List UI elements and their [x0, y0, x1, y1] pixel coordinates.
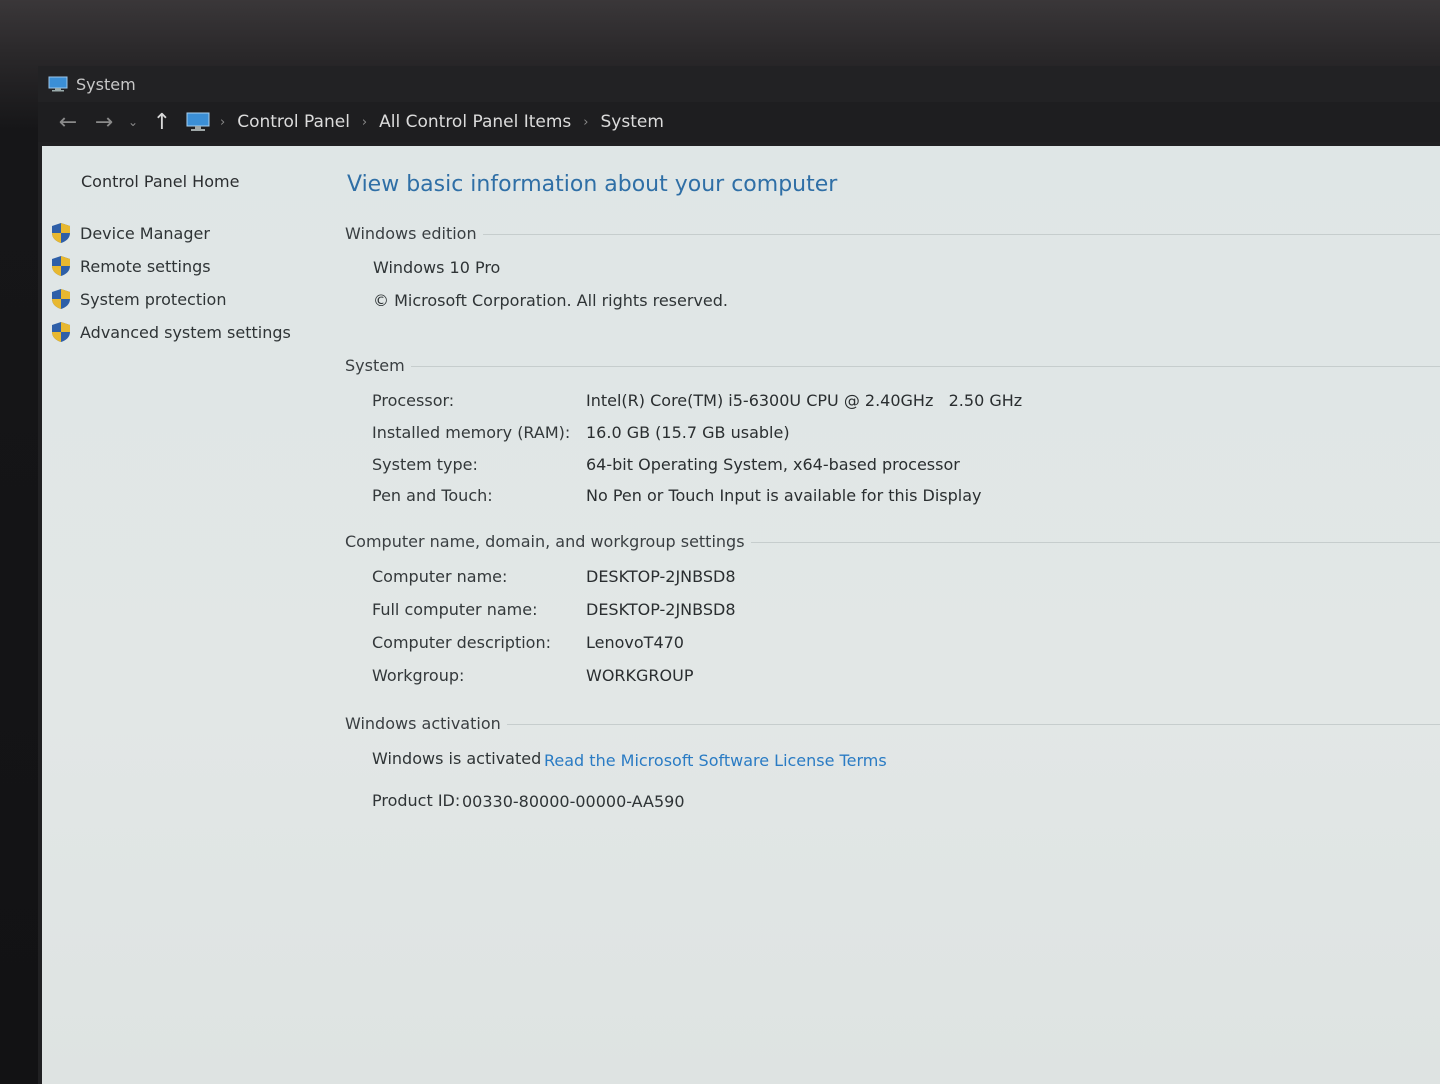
license-terms-link[interactable]: Read the Microsoft Software License Term… — [544, 751, 887, 770]
section-heading-system: System — [345, 356, 1440, 375]
system-type-value: 64-bit Operating System, x64-based proce… — [586, 455, 960, 474]
section-heading-windows-activation: Windows activation — [345, 714, 1440, 733]
screen: System ← → ⌄ ↑ › Control Panel › All Con… — [38, 66, 1440, 1084]
product-id-label: Product ID: — [372, 791, 461, 810]
installed-memory-value: 16.0 GB (15.7 GB usable) — [586, 423, 790, 442]
up-arrow-icon[interactable]: ↑ — [144, 104, 180, 140]
breadcrumb-control-panel[interactable]: Control Panel — [231, 112, 356, 132]
system-computer-icon — [48, 76, 68, 92]
window-titlebar[interactable]: System — [38, 66, 1440, 102]
copyright-text: © Microsoft Corporation. All rights rese… — [373, 291, 728, 310]
breadcrumb-separator-icon[interactable]: › — [577, 115, 594, 130]
page-title: View basic information about your comput… — [347, 172, 838, 197]
address-bar: ← → ⌄ ↑ › Control Panel › All Control Pa… — [38, 102, 1440, 142]
breadcrumb-separator-icon: › — [220, 114, 226, 130]
computer-description-value: LenovoT470 — [586, 633, 684, 652]
main-panel: View basic information about your comput… — [42, 146, 1440, 1084]
product-id-value: 00330-80000-00000-AA590 — [462, 792, 685, 811]
full-computer-name-value: DESKTOP-2JNBSD8 — [586, 600, 736, 619]
workgroup-label: Workgroup: — [372, 666, 465, 685]
activation-status: Windows is activated — [372, 749, 542, 768]
control-panel-content: Control Panel Home Device Manager Remote… — [42, 146, 1440, 1084]
computer-name-value: DESKTOP-2JNBSD8 — [586, 567, 736, 586]
section-heading-windows-edition: Windows edition — [345, 224, 1440, 243]
pen-and-touch-label: Pen and Touch: — [372, 486, 493, 505]
windows-edition-name: Windows 10 Pro — [373, 258, 501, 277]
full-computer-name-label: Full computer name: — [372, 600, 538, 619]
forward-arrow-icon[interactable]: → — [86, 104, 122, 140]
breadcrumb-all-control-panel-items[interactable]: All Control Panel Items — [373, 112, 577, 132]
pen-and-touch-value: No Pen or Touch Input is available for t… — [586, 486, 982, 505]
system-type-label: System type: — [372, 455, 478, 474]
location-computer-icon — [186, 112, 210, 132]
processor-label: Processor: — [372, 391, 455, 410]
installed-memory-label: Installed memory (RAM): — [372, 423, 571, 442]
processor-value: Intel(R) Core(TM) i5-6300U CPU @ 2.40GHz… — [586, 391, 1023, 410]
recent-locations-chevron-icon[interactable]: ⌄ — [122, 104, 144, 140]
breadcrumb-separator-icon[interactable]: › — [356, 115, 373, 130]
computer-name-label: Computer name: — [372, 567, 508, 586]
computer-description-label: Computer description: — [372, 633, 551, 652]
workgroup-value: WORKGROUP — [586, 666, 694, 685]
back-arrow-icon[interactable]: ← — [50, 104, 86, 140]
section-heading-computer-name: Computer name, domain, and workgroup set… — [345, 532, 1440, 551]
window-title: System — [76, 74, 136, 94]
breadcrumb-system[interactable]: System — [594, 112, 669, 132]
